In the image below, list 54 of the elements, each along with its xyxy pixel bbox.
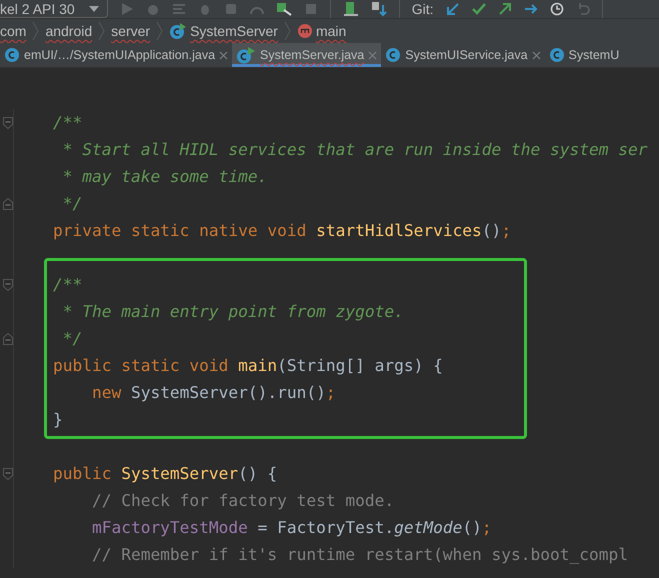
close-icon[interactable] — [368, 50, 378, 60]
code-line: mFactoryTestMode = FactoryTest.getMode(); — [90, 518, 492, 537]
class-icon — [385, 47, 402, 63]
update-arrow-icon[interactable] — [446, 2, 460, 16]
chevron-icon — [32, 21, 40, 41]
breadcrumb-item[interactable]: android — [45, 23, 92, 39]
history-icon[interactable] — [550, 2, 564, 16]
check-icon[interactable] — [472, 2, 486, 16]
code-line: /** — [52, 113, 82, 132]
editor-tab[interactable]: SystemU — [544, 43, 624, 67]
breadcrumb-item[interactable]: SystemServer — [169, 23, 278, 39]
chevron-icon — [98, 21, 106, 41]
method-icon — [296, 23, 313, 39]
editor-tab[interactable]: SystemUIService.java — [381, 43, 545, 67]
breadcrumb-item[interactable]: server — [111, 23, 150, 39]
right-arrow-icon[interactable] — [524, 2, 538, 16]
code-line: */ — [62, 194, 82, 213]
fold-marker-icon[interactable] — [3, 278, 13, 290]
class-icon — [169, 23, 188, 39]
fold-marker-icon[interactable] — [3, 468, 13, 480]
code-line: * The main entry point from zygote. — [62, 302, 404, 321]
git-label: Git: — [412, 2, 434, 16]
editor-tab[interactable]: SystemServer.java — [232, 43, 382, 67]
code-line: // Remember if it's runtime restart(when sys.boot_compl — [90, 545, 628, 564]
code-line: * may take some time. — [62, 167, 268, 186]
fold-marker-icon[interactable] — [3, 332, 13, 344]
stop-icon[interactable] — [304, 2, 318, 16]
class-icon — [236, 46, 256, 64]
chevron-icon — [156, 21, 164, 41]
code-line: // Check for factory test mode. — [90, 491, 394, 510]
code-line: public SystemServer() { — [52, 464, 278, 483]
breadcrumb-item[interactable]: main — [296, 23, 346, 39]
code-line: /** — [52, 275, 82, 294]
caret-icon — [88, 6, 99, 12]
breadcrumb-item[interactable]: com — [0, 23, 26, 39]
download-icon[interactable] — [370, 1, 387, 17]
code-line: */ — [62, 329, 82, 348]
device-manager-icon[interactable] — [342, 1, 359, 17]
run-icon[interactable] — [120, 2, 134, 16]
close-icon[interactable] — [219, 50, 228, 60]
code-line: * Start all HIDL services that are run inside the system ser — [62, 140, 648, 159]
push-arrow-icon[interactable] — [498, 2, 512, 16]
editor-tab[interactable]: emUI/…/SystemUIApplication.java — [0, 43, 232, 67]
code-line: public static void main(String[] args) { — [52, 356, 443, 375]
fold-marker-icon[interactable] — [3, 198, 13, 210]
fold-marker-icon[interactable] — [3, 116, 13, 128]
list-icon[interactable] — [172, 2, 186, 16]
chevron-icon — [284, 21, 291, 41]
class-icon — [4, 47, 20, 63]
code-line: private static native void startHidlServices(); — [52, 221, 512, 240]
close-icon[interactable] — [532, 50, 541, 60]
class-icon — [548, 47, 565, 63]
code-line: new SystemServer().run(); — [90, 383, 336, 402]
code-line: } — [52, 410, 63, 429]
